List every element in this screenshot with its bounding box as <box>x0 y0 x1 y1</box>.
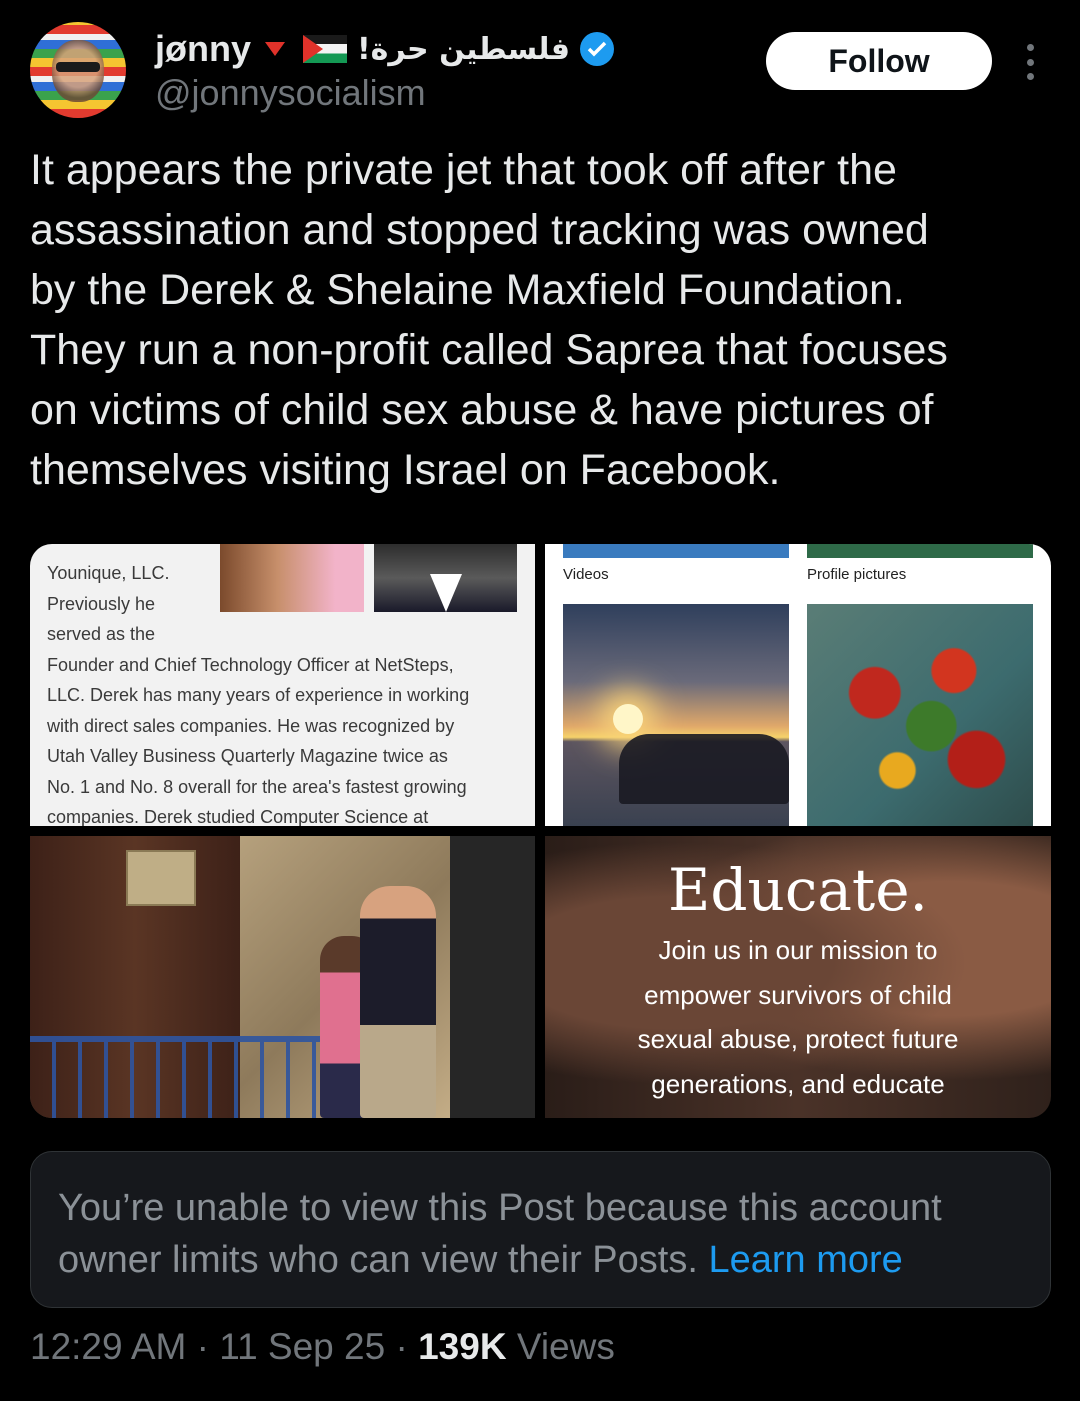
media-grid: Younique, LLC. Previously he served as t… <box>30 544 1051 1118</box>
bio-line: Younique, LLC. <box>47 563 170 583</box>
tweet-line: It appears the private jet that took off… <box>30 146 897 194</box>
media-bio-screenshot[interactable]: Younique, LLC. Previously he served as t… <box>30 544 535 826</box>
thumbnail-strip <box>563 544 789 558</box>
tweet-meta: 12:29 AM · 11 Sep 25 · 139K Views <box>30 1326 615 1367</box>
tweet-text: It appears the private jet that took off… <box>30 140 1060 500</box>
more-options-icon[interactable] <box>1018 44 1042 80</box>
post-date[interactable]: 11 Sep 25 <box>219 1326 385 1367</box>
author-display-name[interactable]: jønny <box>155 28 251 70</box>
videos-label: Videos <box>563 566 609 583</box>
bio-line: Utah Valley Business Quarterly Magazine … <box>47 746 448 766</box>
follow-button[interactable]: Follow <box>766 32 992 90</box>
author-handle[interactable]: @jonnysocialism <box>155 72 426 114</box>
tweet-line: by the Derek & Shelaine Maxfield Foundat… <box>30 266 905 314</box>
verified-badge-icon[interactable] <box>580 32 615 66</box>
salad-photo <box>807 604 1033 826</box>
notice-text: You’re unable to view this Post because … <box>58 1182 1038 1286</box>
tweet-header: jønny فلسطين حرة! @jonnysocialism Follow <box>0 0 1080 130</box>
tweet-line: assassination and stopped tracking was o… <box>30 206 929 254</box>
bio-line: served as the <box>47 624 156 644</box>
tweet-line: themselves visiting Israel on Facebook. <box>30 446 781 494</box>
wall-sign <box>126 850 196 906</box>
bio-line: with direct sales companies. He was reco… <box>47 715 455 736</box>
bio-line: companies. Derek studied Computer Scienc… <box>47 807 429 826</box>
saprea-body: Join us in our mission to empower surviv… <box>545 928 1051 1106</box>
palestine-flag-icon <box>303 35 347 63</box>
bio-line: No. 1 and No. 8 overall for the area's f… <box>47 776 467 797</box>
avatar-glasses <box>56 62 100 72</box>
views-label: Views <box>516 1326 615 1367</box>
saprea-line: empower survivors of child <box>644 979 952 1010</box>
bio-text: Younique, LLC. Previously he served as t… <box>47 558 469 826</box>
media-facebook-screenshot[interactable]: Videos Profile pictures <box>545 544 1051 826</box>
saprea-heading: Educate. <box>668 856 928 924</box>
media-saprea-graphic[interactable]: Educate. Join us in our mission to empow… <box>545 836 1051 1118</box>
media-couple-photo[interactable] <box>30 836 535 1118</box>
post-time[interactable]: 12:29 AM <box>30 1326 186 1367</box>
red-triangle-icon <box>265 42 285 56</box>
author-arabic-text: فلسطين حرة! <box>357 31 571 67</box>
saprea-line: Join us in our mission to <box>658 935 938 965</box>
saprea-line: sexual abuse, protect future <box>637 1024 959 1054</box>
people-silhouette <box>619 734 789 804</box>
bio-line: Founder and Chief Technology Officer at … <box>47 654 454 675</box>
thumbnail-strip <box>807 544 1033 558</box>
bio-line: Previously he <box>47 593 156 614</box>
views-count: 139K <box>418 1326 507 1367</box>
sunset-photo <box>563 604 789 826</box>
learn-more-link[interactable]: Learn more <box>708 1239 902 1281</box>
dark-panel <box>450 836 535 1118</box>
sun-shape <box>613 704 643 734</box>
tweet-line: on victims of child sex abuse & have pic… <box>30 386 934 434</box>
bio-line: LLC. Derek has many years of experience … <box>47 685 470 705</box>
man-figure <box>360 886 436 1118</box>
author-name-line[interactable]: jønny فلسطين حرة! <box>155 26 615 72</box>
profile-pictures-label: Profile pictures <box>807 566 907 583</box>
quoted-post-unavailable-notice: You’re unable to view this Post because … <box>30 1151 1051 1308</box>
blue-railing <box>30 1036 360 1118</box>
tweet-line: They run a non-profit called Saprea that… <box>30 326 948 374</box>
avatar[interactable] <box>30 22 126 118</box>
saprea-line: generations, and educate <box>651 1068 945 1099</box>
